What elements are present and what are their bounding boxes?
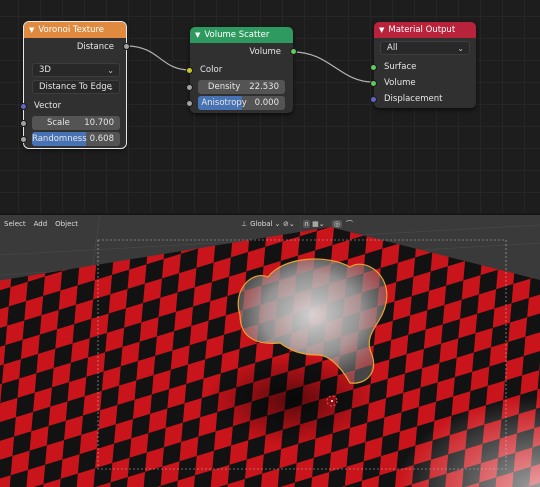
randomness-field[interactable]: Randomness 0.608 xyxy=(32,132,120,146)
transform-orientation-value: Global xyxy=(250,220,273,228)
snap-grid-icon: ▦ xyxy=(312,220,319,228)
collapse-chevron-icon[interactable]: ▼ xyxy=(379,26,384,34)
dimension-value: 3D xyxy=(39,65,51,75)
output-distance-row: Distance xyxy=(24,40,126,54)
target-value: All xyxy=(387,43,398,53)
volume-output-socket[interactable] xyxy=(290,48,297,55)
chevron-down-icon: ⌄ xyxy=(107,82,114,92)
chevron-down-icon: ⌄ xyxy=(457,43,464,53)
output-volume-label: Volume xyxy=(249,47,281,57)
density-label: Density xyxy=(207,82,241,92)
displacement-input-socket[interactable] xyxy=(370,96,377,103)
chevron-down-icon: ⌄ xyxy=(107,65,114,75)
voronoi-node-title: Voronoi Texture xyxy=(38,25,105,35)
chevron-down-icon: ⌄ xyxy=(274,220,281,228)
chevron-down-icon: ⌄ xyxy=(318,220,325,228)
anisotropy-value: 0.000 xyxy=(254,98,279,108)
link-volume-to-volume xyxy=(292,51,374,83)
dimension-dropdown[interactable]: 3D ⌄ xyxy=(32,63,120,77)
scale-input-socket[interactable] xyxy=(20,120,27,127)
color-input-socket[interactable] xyxy=(186,67,193,74)
output-volume-row: Volume xyxy=(190,45,293,59)
density-input-socket[interactable] xyxy=(186,84,193,91)
shader-node-editor[interactable]: ▼ Voronoi Texture Distance 3D ⌄ Distance… xyxy=(0,0,540,213)
chevron-down-icon: ⌄ xyxy=(288,220,295,228)
volume-scatter-node-header[interactable]: ▼ Volume Scatter xyxy=(190,27,293,43)
viewport-header: Select Add Object ⊥ Global ⌄ ⊘ ⌄ ∩ ▦ ⌄ ◎… xyxy=(0,215,540,233)
anisotropy-input-socket[interactable] xyxy=(186,100,193,107)
falloff-curve-icon: ⌒ xyxy=(346,220,353,228)
input-volume-row: Volume xyxy=(374,76,476,90)
collapse-chevron-icon[interactable]: ▼ xyxy=(29,26,34,34)
material-output-node-header[interactable]: ▼ Material Output xyxy=(374,22,476,38)
menu-object[interactable]: Object xyxy=(55,220,78,228)
anisotropy-field[interactable]: Anisotropy 0.000 xyxy=(198,96,285,110)
target-dropdown[interactable]: All ⌄ xyxy=(380,41,470,55)
volume-scatter-node-title: Volume Scatter xyxy=(204,30,270,40)
input-vector-row: Vector xyxy=(24,99,126,113)
axes-icon: ⊥ xyxy=(241,220,248,228)
scale-value: 10.700 xyxy=(84,118,114,128)
material-output-node-title: Material Output xyxy=(388,25,456,35)
input-surface-label: Surface xyxy=(384,62,417,72)
scale-field[interactable]: Scale 10.700 xyxy=(32,116,120,130)
feature-dropdown[interactable]: Distance To Edge ⌄ xyxy=(32,80,120,94)
snap-button[interactable]: ∩ ▦ ⌄ xyxy=(303,219,325,229)
volume-scatter-node[interactable]: ▼ Volume Scatter Volume Color Density 22… xyxy=(186,27,297,113)
input-vector-label: Vector xyxy=(34,101,62,111)
volume-input-socket[interactable] xyxy=(370,80,377,87)
transform-orientation-dropdown[interactable]: ⊥ Global ⌄ xyxy=(241,219,280,229)
magnet-icon: ∩ xyxy=(303,220,311,228)
proportional-editing-button[interactable]: ◎ xyxy=(332,219,343,229)
3d-viewport[interactable]: Select Add Object ⊥ Global ⌄ ⊘ ⌄ ∩ ▦ ⌄ ◎… xyxy=(0,213,540,487)
anisotropy-label: Anisotropy xyxy=(201,98,247,108)
randomness-value: 0.608 xyxy=(89,134,114,144)
proportional-editing-icon: ◎ xyxy=(332,220,343,228)
input-displacement-label: Displacement xyxy=(384,94,443,104)
density-field[interactable]: Density 22.530 xyxy=(198,80,285,94)
input-surface-row: Surface xyxy=(374,60,476,74)
material-output-node[interactable]: ▼ Material Output All ⌄ Surface Volume D… xyxy=(370,22,476,108)
input-volume-label: Volume xyxy=(384,78,416,88)
vector-input-socket[interactable] xyxy=(20,103,27,110)
density-value: 22.530 xyxy=(249,82,279,92)
randomness-input-socket[interactable] xyxy=(20,136,27,143)
proportional-falloff-button[interactable]: ⌒ xyxy=(346,219,353,229)
menu-select[interactable]: Select xyxy=(4,220,26,228)
collapse-chevron-icon[interactable]: ▼ xyxy=(195,31,200,39)
menu-add[interactable]: Add xyxy=(34,220,48,228)
distance-output-socket[interactable] xyxy=(123,43,130,50)
scale-label: Scale xyxy=(46,118,70,128)
voronoi-node-header[interactable]: ▼ Voronoi Texture xyxy=(24,22,126,38)
pivot-point-button[interactable]: ⊘ ⌄ xyxy=(283,219,295,229)
input-color-row: Color xyxy=(190,63,293,77)
input-color-label: Color xyxy=(200,65,223,75)
viewport-scene[interactable] xyxy=(0,215,540,487)
voronoi-texture-node[interactable]: ▼ Voronoi Texture Distance 3D ⌄ Distance… xyxy=(20,21,130,149)
randomness-label: Randomness xyxy=(32,134,87,144)
surface-input-socket[interactable] xyxy=(370,64,377,71)
link-distance-to-color xyxy=(125,45,191,71)
output-distance-label: Distance xyxy=(76,42,114,52)
input-displacement-row: Displacement xyxy=(374,92,476,106)
feature-value: Distance To Edge xyxy=(39,82,112,92)
